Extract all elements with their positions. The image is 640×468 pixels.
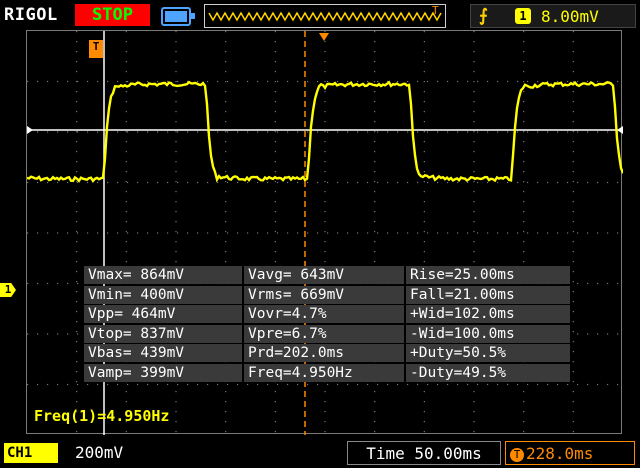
measurement-row: Vpp= 464mV Vovr=4.7% +Wid=102.0ms — [84, 305, 574, 323]
measurement-cell: Vpre=6.7% — [244, 324, 404, 343]
measurement-cell: Vrms= 669mV — [244, 285, 404, 304]
measurement-cell: Vavg= 643mV — [244, 266, 404, 284]
trigger-marker-tag: T — [89, 40, 103, 58]
measurement-row: Vmin= 400mV Vrms= 669mV Fall=21.00ms — [84, 285, 574, 304]
timebase-readout[interactable]: Time 50.00ms — [347, 441, 501, 465]
trigger-status-panel[interactable]: ⨍ 1 8.00mV — [470, 4, 636, 28]
trigger-offset-value: 228.0ms — [526, 444, 594, 463]
measurement-row: Vmax= 864mV Vavg= 643mV Rise=25.00ms — [84, 266, 574, 284]
top-status-bar: RIGOL STOP T ⨍ 1 8.00mV — [0, 0, 640, 30]
measurement-cell: Vmin= 400mV — [84, 285, 242, 304]
battery-icon — [161, 7, 195, 26]
measurement-cell: +Duty=50.5% — [406, 344, 570, 362]
measurement-cell: Vovr=4.7% — [244, 305, 404, 323]
trigger-offset-readout[interactable]: T 228.0ms — [505, 441, 635, 465]
rising-edge-icon: ⨍ — [479, 6, 488, 26]
measurement-cell: Vtop= 837mV — [84, 324, 242, 343]
measurement-cell: Prd=202.0ms — [244, 344, 404, 362]
measurement-cell: Vbas= 439mV — [84, 344, 242, 362]
channel-1-label[interactable]: CH1 — [4, 443, 58, 463]
trigger-position-arrow — [319, 33, 329, 41]
measurement-row: Vbas= 439mV Prd=202.0ms +Duty=50.5% — [84, 344, 574, 362]
measurement-cell: Vpp= 464mV — [84, 305, 242, 323]
measurement-cell: +Wid=102.0ms — [406, 305, 570, 323]
measurement-row: Vtop= 837mV Vpre=6.7% -Wid=100.0ms — [84, 324, 574, 343]
cursor-right-arrow — [617, 126, 623, 134]
waveform-overview — [208, 11, 442, 22]
measurement-row: Vamp= 399mV Freq=4.950Hz -Duty=49.5% — [84, 363, 574, 382]
memory-depth-overview: T — [204, 4, 446, 28]
trigger-level: 8.00mV — [541, 7, 599, 26]
cursor-left-arrow — [27, 126, 33, 134]
measurement-cell: -Wid=100.0ms — [406, 324, 570, 343]
measurement-cell: Rise=25.00ms — [406, 266, 570, 284]
measurement-cell: -Duty=49.5% — [406, 363, 570, 382]
trigger-source-badge: 1 — [515, 8, 531, 24]
measurement-cell: Vamp= 399mV — [84, 363, 242, 382]
run-stop-status[interactable]: STOP — [75, 4, 150, 26]
trigger-offset-icon: T — [510, 447, 524, 462]
measurement-cell: Freq=4.950Hz — [244, 363, 404, 382]
frequency-readout: Freq(1)=4.950Hz — [34, 407, 170, 425]
overview-trigger-marker: T — [432, 4, 439, 17]
measurement-cell: Vmax= 864mV — [84, 266, 242, 284]
channel-1-marker[interactable]: 1 — [0, 283, 16, 297]
vertical-scale: 200mV — [75, 443, 124, 462]
brand-logo: RIGOL — [4, 5, 58, 25]
measurement-cell: Fall=21.00ms — [406, 285, 570, 304]
